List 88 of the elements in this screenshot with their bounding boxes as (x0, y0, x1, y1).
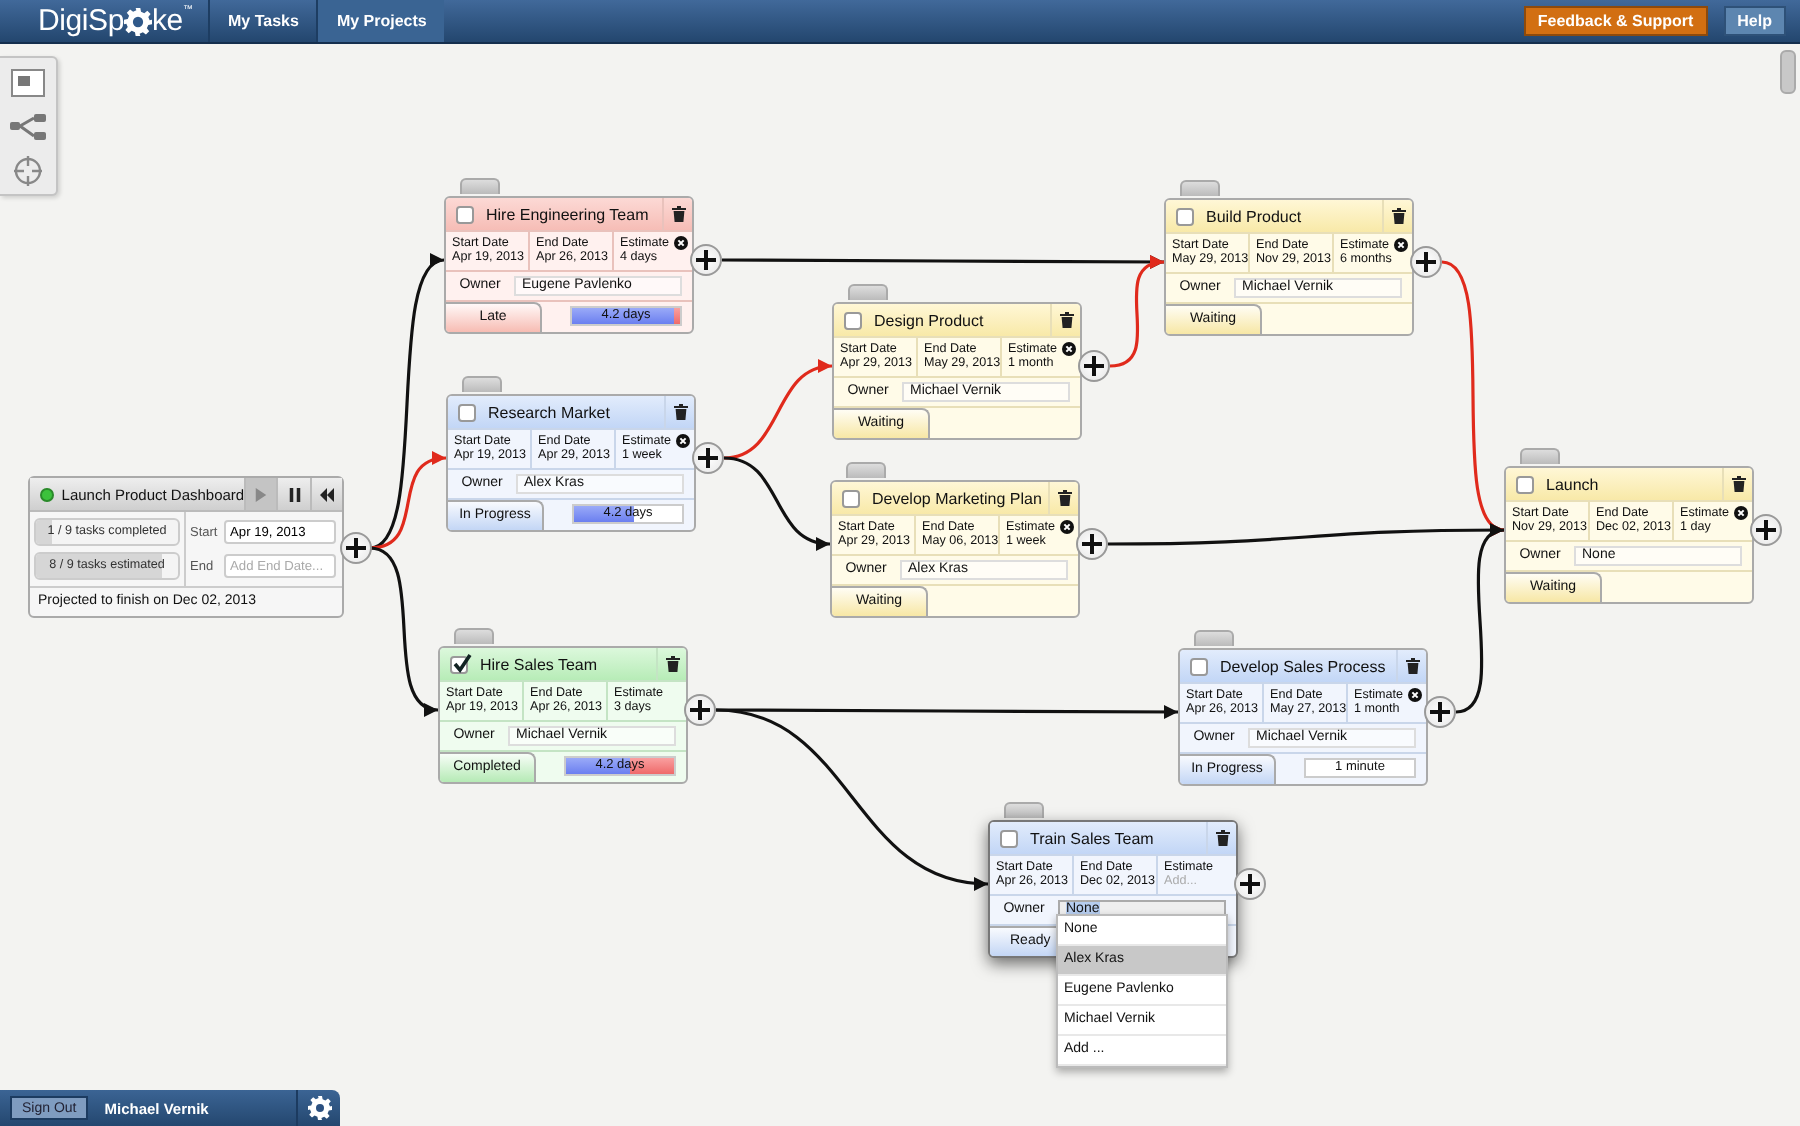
trash-icon (1215, 830, 1229, 846)
task-title: Develop Marketing Plan (872, 489, 1044, 507)
add-button[interactable] (1076, 528, 1108, 560)
crosshair-icon (10, 155, 46, 185)
clear-icon[interactable] (1060, 520, 1074, 534)
task-title: Design Product (874, 311, 986, 329)
plus-icon (1430, 702, 1450, 722)
drag-handle[interactable] (454, 628, 494, 644)
plus-icon (1416, 252, 1436, 272)
add-button[interactable] (340, 532, 372, 564)
clear-icon[interactable] (1062, 342, 1076, 356)
task-title: Hire Engineering Team (486, 205, 651, 223)
add-button[interactable] (684, 694, 716, 726)
plus-icon (698, 448, 718, 468)
trash-icon (1731, 476, 1745, 492)
play-icon (254, 487, 269, 501)
plus-icon (690, 700, 710, 720)
drag-handle[interactable] (846, 462, 886, 478)
drag-handle[interactable] (1520, 448, 1560, 464)
gear-logo-icon (124, 7, 152, 35)
add-button[interactable] (1750, 514, 1782, 546)
add-button[interactable] (1424, 696, 1456, 728)
clear-icon[interactable] (1408, 688, 1422, 702)
nav-tab[interactable]: My Projects (316, 0, 445, 42)
task-title: Develop Sales Process (1220, 657, 1388, 675)
add-button[interactable] (1234, 868, 1266, 900)
add-button[interactable] (692, 442, 724, 474)
scrollbar[interactable] (1780, 50, 1796, 94)
plus-icon (1082, 534, 1102, 554)
clear-icon[interactable] (1394, 238, 1408, 252)
delete-button[interactable] (1396, 650, 1426, 682)
task-title: Train Sales Team (1030, 829, 1156, 847)
task-checkbox[interactable] (1190, 657, 1208, 675)
delete-button[interactable] (664, 396, 694, 428)
plus-icon (346, 538, 366, 558)
layout-icon (10, 67, 46, 97)
delete-button[interactable] (1050, 304, 1080, 336)
plus-icon (696, 250, 716, 270)
task-checkbox[interactable] (1176, 207, 1194, 225)
task-title: Build Product (1206, 207, 1304, 225)
plus-icon (1240, 874, 1260, 894)
task-title: Launch (1546, 475, 1601, 493)
add-button[interactable] (1078, 350, 1110, 382)
drag-handle[interactable] (1180, 180, 1220, 196)
task-checkbox[interactable] (450, 655, 468, 673)
trash-icon (1405, 658, 1419, 674)
add-button[interactable] (1410, 246, 1442, 278)
task-checkbox[interactable] (456, 205, 474, 223)
tool-button[interactable] (6, 108, 50, 144)
tool-button[interactable] (6, 64, 50, 100)
task-checkbox[interactable] (458, 403, 476, 421)
task-title: Hire Sales Team (480, 655, 600, 673)
pause-icon (287, 487, 302, 501)
trash-icon (671, 206, 685, 222)
delete-button[interactable] (1048, 482, 1078, 514)
drag-handle[interactable] (1004, 802, 1044, 818)
trash-icon (673, 404, 687, 420)
task-checkbox[interactable] (842, 489, 860, 507)
trash-icon (1059, 312, 1073, 328)
plus-icon (1756, 520, 1776, 540)
task-title: Research Market (488, 403, 612, 421)
delete-button[interactable] (656, 648, 686, 680)
rewind-icon (319, 487, 334, 501)
delete-button[interactable] (1206, 822, 1236, 854)
task-checkbox[interactable] (1000, 829, 1018, 847)
clear-icon[interactable] (676, 434, 690, 448)
tree-icon (10, 111, 46, 141)
checkmark-icon (452, 653, 472, 673)
trash-icon (1391, 208, 1405, 224)
delete-button[interactable] (662, 198, 692, 230)
clear-icon[interactable] (674, 236, 688, 250)
clear-icon[interactable] (1734, 506, 1748, 520)
delete-button[interactable] (1722, 468, 1752, 500)
trash-icon (665, 656, 679, 672)
drag-handle[interactable] (1194, 630, 1234, 646)
help-button[interactable]: Help (1723, 6, 1786, 36)
drag-handle[interactable] (462, 376, 502, 392)
plus-icon (1084, 356, 1104, 376)
logo-text: ke (152, 6, 183, 36)
add-button[interactable] (690, 244, 722, 276)
trash-icon (1057, 490, 1071, 506)
logo-text: DigiSp (38, 6, 124, 36)
drag-handle[interactable] (848, 284, 888, 300)
drag-handle[interactable] (460, 178, 500, 194)
task-checkbox[interactable] (844, 311, 862, 329)
delete-button[interactable] (1382, 200, 1412, 232)
task-checkbox[interactable] (1516, 475, 1534, 493)
gear-icon (307, 1096, 331, 1120)
